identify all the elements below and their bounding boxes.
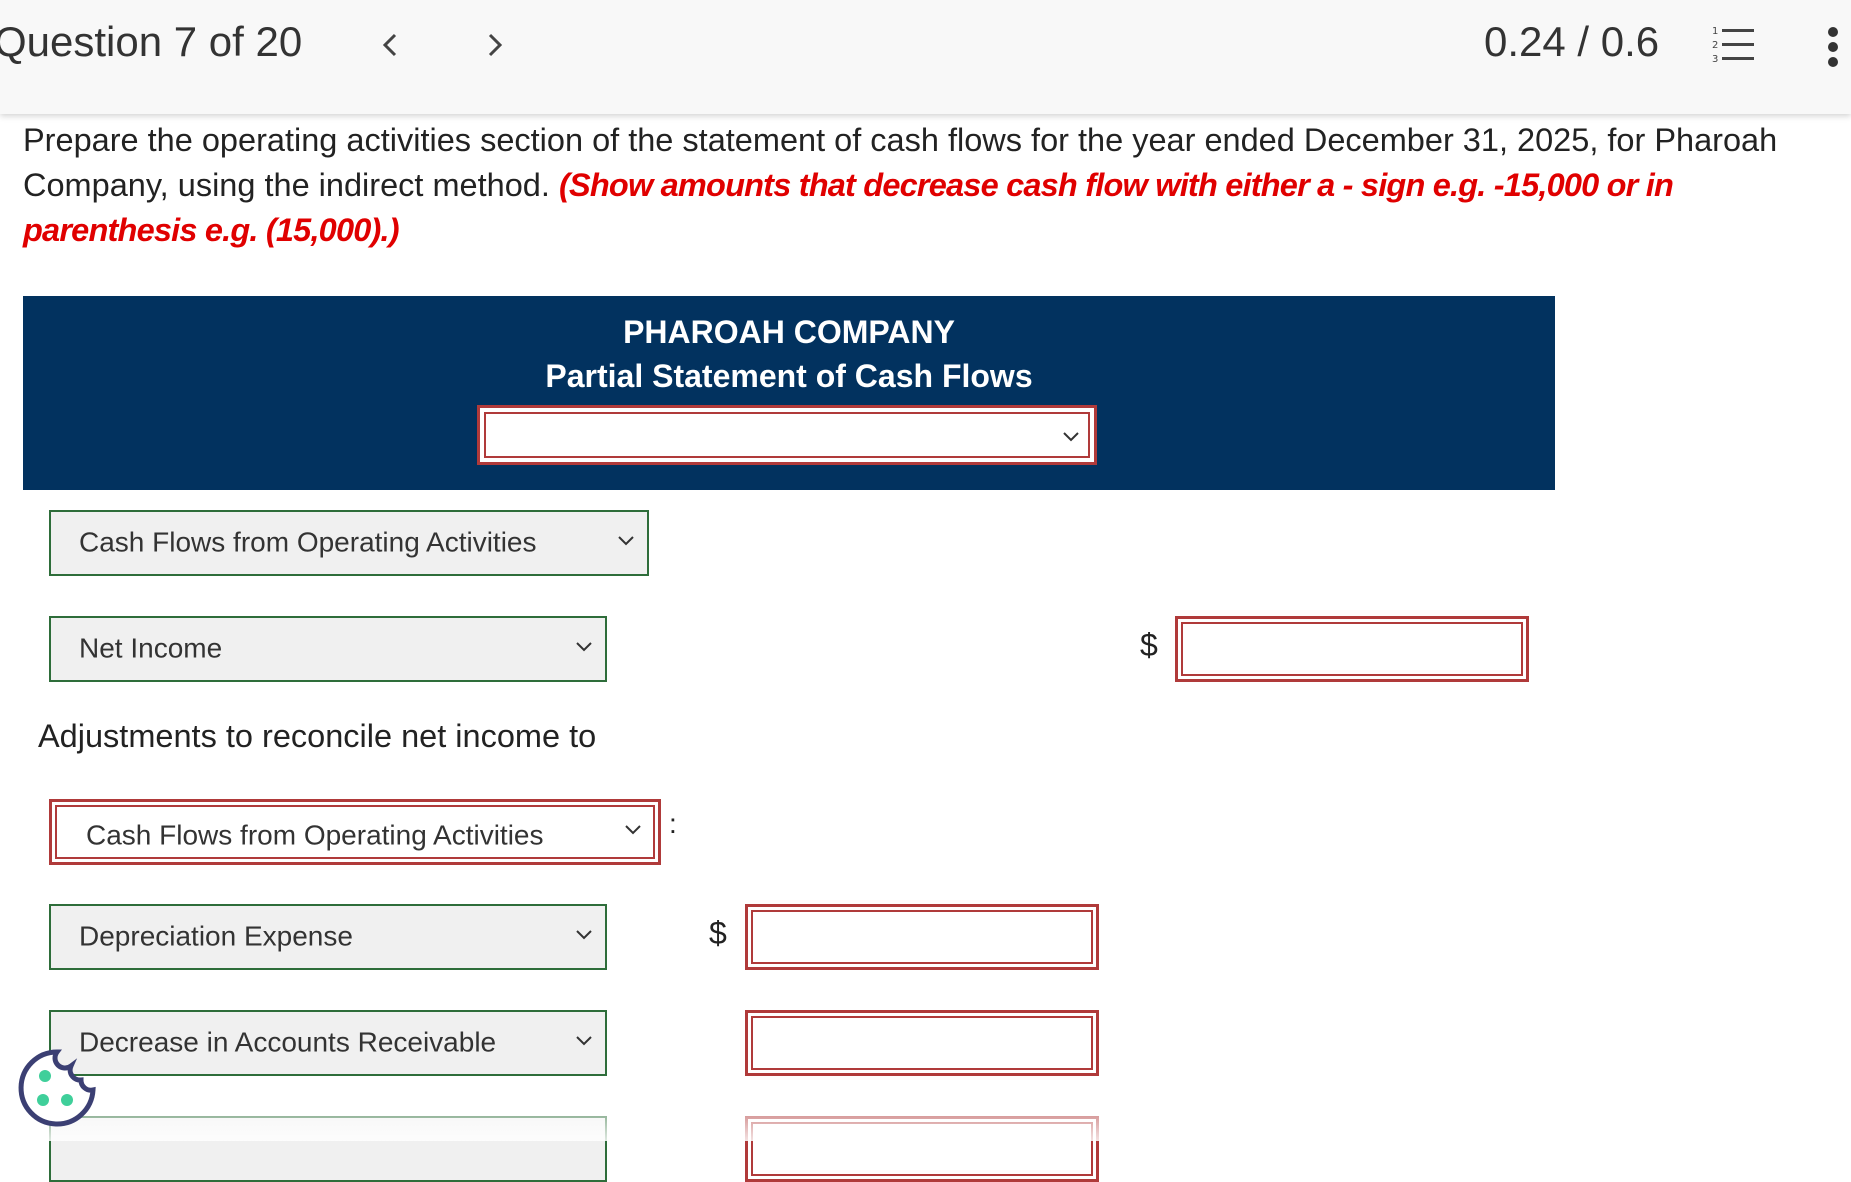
- adjustments-text: Adjustments to reconcile net income to: [38, 718, 597, 754]
- depreciation-amount-input[interactable]: [745, 904, 1099, 970]
- accounts-receivable-amount-box: [751, 1016, 1093, 1070]
- numbered-list-icon[interactable]: 1 2 3: [1708, 24, 1758, 68]
- chevron-down-icon: [576, 930, 592, 940]
- score-display: 0.24 / 0.6: [1484, 18, 1660, 65]
- chevron-down-icon: [625, 825, 641, 835]
- svg-text:1: 1: [1712, 26, 1718, 37]
- question-prompt: Prepare the operating activities section…: [23, 118, 1783, 253]
- adjustments-select[interactable]: Cash Flows from Operating Activities: [49, 799, 661, 865]
- accounts-receivable-select[interactable]: Decrease in Accounts Receivable: [49, 1010, 607, 1076]
- chevron-down-icon: [1063, 432, 1079, 442]
- section-heading-value: Cash Flows from Operating Activities: [79, 526, 537, 558]
- dollar-sign: $: [1140, 627, 1158, 663]
- next-adjustment-select[interactable]: [49, 1116, 607, 1182]
- accounts-receivable-amount-input[interactable]: [745, 1010, 1099, 1076]
- depreciation-amount-box: [751, 910, 1093, 964]
- dollar-sign: $: [709, 915, 727, 951]
- company-name: PHAROAH COMPANY: [623, 314, 955, 350]
- more-vertical-icon[interactable]: [1818, 22, 1848, 72]
- period-select[interactable]: [477, 405, 1097, 465]
- chevron-left-icon: [382, 33, 397, 57]
- chevron-down-icon: [618, 536, 634, 546]
- colon-separator: :: [669, 808, 677, 839]
- section-heading-select[interactable]: Cash Flows from Operating Activities: [49, 510, 649, 576]
- depreciation-label: Depreciation Expense: [79, 920, 353, 952]
- statement-title: Partial Statement of Cash Flows: [545, 358, 1033, 394]
- previous-question-button[interactable]: [360, 16, 420, 72]
- net-income-amount-input[interactable]: [1175, 616, 1529, 682]
- chevron-down-icon: [576, 1036, 592, 1046]
- net-income-select[interactable]: Net Income: [49, 616, 607, 682]
- statement-header: PHAROAH COMPANY Partial Statement of Cas…: [23, 296, 1555, 490]
- net-income-label: Net Income: [79, 632, 223, 664]
- svg-text:3: 3: [1712, 54, 1718, 65]
- accounts-receivable-label: Decrease in Accounts Receivable: [79, 1026, 497, 1058]
- net-income-amount-box: [1181, 622, 1523, 676]
- period-select-box: [484, 412, 1090, 458]
- question-nav-bar: Question 7 of 20 0.24 / 0.6 1 2 3: [0, 0, 1851, 114]
- svg-text:2: 2: [1712, 40, 1718, 51]
- chevron-down-icon: [576, 642, 592, 652]
- next-question-button[interactable]: [465, 16, 525, 72]
- next-adjustment-amount-box: [751, 1122, 1093, 1176]
- adjustments-select-value: Cash Flows from Operating Activities: [86, 818, 544, 850]
- question-counter: Question 7 of 20: [0, 18, 303, 65]
- depreciation-select[interactable]: Depreciation Expense: [49, 904, 607, 970]
- cookie-settings-icon[interactable]: [15, 1046, 99, 1130]
- chevron-right-icon: [488, 33, 503, 57]
- next-adjustment-amount-input[interactable]: [745, 1116, 1099, 1182]
